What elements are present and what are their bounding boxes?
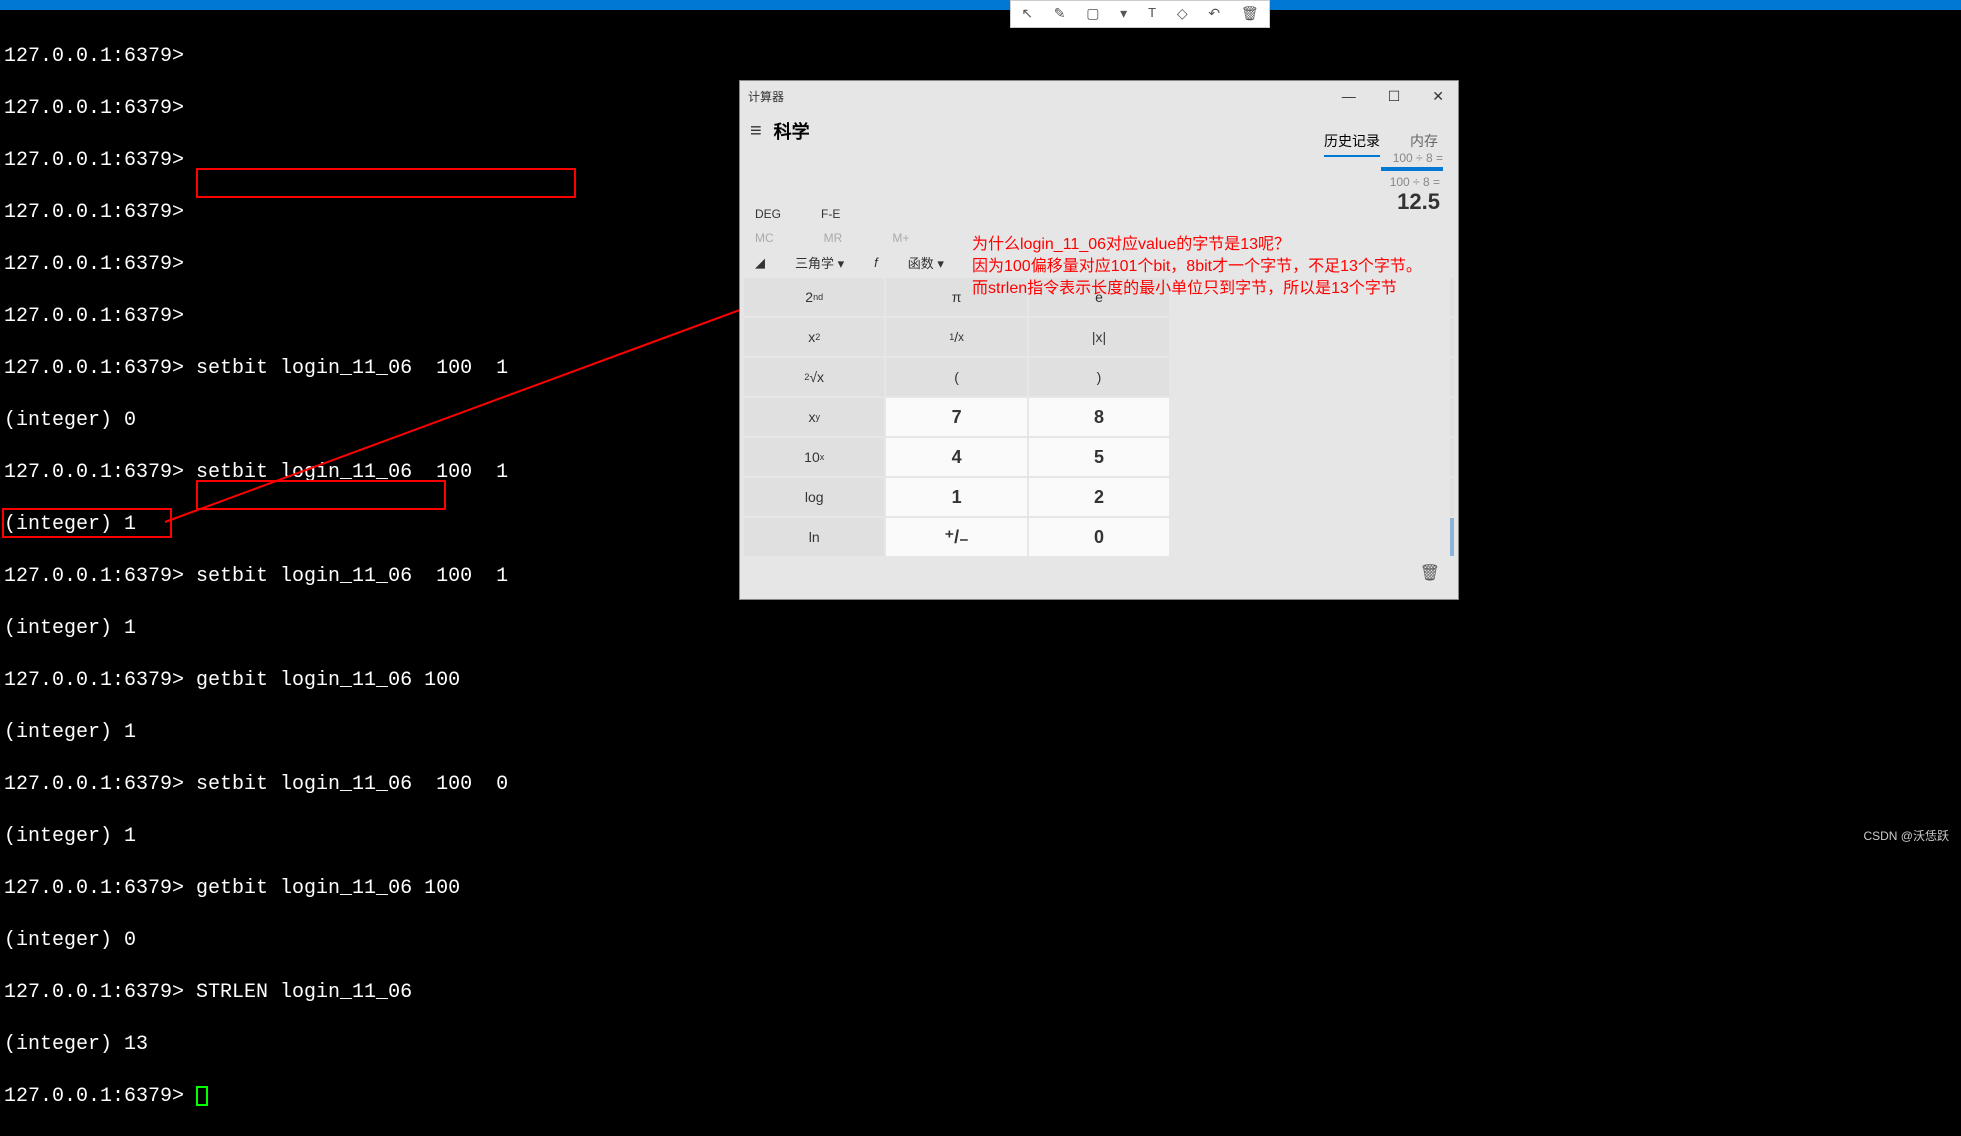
term-line: (integer) 1 (4, 720, 1957, 746)
close-icon[interactable]: ✕ (1426, 88, 1450, 105)
term-line: 127.0.0.1:6379> getbit login_11_06 100 (4, 876, 1957, 902)
fe-button[interactable]: F-E (821, 207, 840, 221)
eraser-tool-icon[interactable]: ◇ (1171, 4, 1194, 25)
key-2nd[interactable]: 2nd (744, 278, 884, 316)
terminal-cursor (196, 1086, 208, 1106)
key-7[interactable]: 7 (886, 398, 1026, 436)
annotation-line2: 因为100偏移量对应101个bit，8bit才一个字节，不足13个字节。 (972, 256, 1422, 278)
key-rparen[interactable]: ) (1029, 358, 1169, 396)
calc-titlebar[interactable]: 计算器 — ☐ ✕ (740, 81, 1458, 111)
function-dropdown[interactable]: 函数 ▾ (908, 253, 944, 272)
delete-tool-icon[interactable]: 🗑 (1235, 4, 1265, 25)
key-reciprocal[interactable]: 1/x (886, 318, 1026, 356)
key-sqrt[interactable]: 2√x (744, 358, 884, 396)
key-0[interactable]: 0 (1029, 518, 1169, 556)
hamburger-menu-icon[interactable]: ≡ (750, 120, 762, 143)
key-ln[interactable]: ln (744, 518, 884, 556)
dropdown-icon[interactable]: ▾ (1114, 4, 1133, 25)
key-10x[interactable]: 10x (744, 438, 884, 476)
key-8[interactable]: 8 (1029, 398, 1169, 436)
pen-tool-icon[interactable]: ✎ (1048, 4, 1072, 25)
annotation-text: 为什么login_11_06对应value的字节是13呢？ 因为100偏移量对应… (972, 234, 1422, 300)
calc-title: 计算器 (748, 88, 784, 105)
history-expression[interactable]: 100 ÷ 8 = (1170, 171, 1450, 189)
term-line: (integer) 1 (4, 616, 1957, 642)
key-lparen[interactable]: ( (886, 358, 1026, 396)
term-line: 127.0.0.1:6379> (4, 44, 1957, 70)
tab-memory[interactable]: 内存 (1410, 131, 1438, 157)
key-x2[interactable]: x2 (744, 318, 884, 356)
term-line: (integer) 13 (4, 1032, 1957, 1058)
term-line: 127.0.0.1:6379> STRLEN login_11_06 (4, 980, 1957, 1006)
tab-history[interactable]: 历史记录 (1324, 131, 1380, 157)
key-2[interactable]: 2 (1029, 478, 1169, 516)
deg-button[interactable]: DEG (755, 207, 781, 221)
angle-icon: ◢ (755, 255, 765, 271)
key-1[interactable]: 1 (886, 478, 1026, 516)
calculator-window[interactable]: 计算器 — ☐ ✕ ≡ 科学 历史记录 内存 100 ÷ 8 = 12.5 DE… (739, 80, 1459, 600)
term-line: 127.0.0.1:6379> setbit login_11_06 100 0 (4, 772, 1957, 798)
annotation-line3: 而strlen指令表示长度的最小单位只到字节，所以是13个字节 (972, 278, 1422, 300)
csdn-watermark: CSDN @沃恁跃 (1863, 827, 1949, 844)
trash-icon[interactable]: 🗑 (1420, 563, 1440, 583)
calc-mode-label: 科学 (774, 118, 810, 144)
screenshot-toolbar[interactable]: ↖ ✎ ▢ ▾ T ◇ ↶ 🗑 (1010, 0, 1270, 28)
minimize-icon[interactable]: — (1336, 88, 1362, 105)
window-titlebar (0, 0, 1961, 10)
mplus-button[interactable]: M+ (892, 231, 909, 245)
cursor-tool-icon[interactable]: ↖ (1015, 4, 1039, 25)
text-tool-icon[interactable]: T (1142, 4, 1162, 24)
trig-dropdown[interactable]: 三角学 ▾ (795, 253, 844, 272)
annotation-line1: 为什么login_11_06对应value的字节是13呢？ (972, 234, 1422, 256)
key-xy[interactable]: xy (744, 398, 884, 436)
rect-tool-icon[interactable]: ▢ (1080, 4, 1105, 25)
key-5[interactable]: 5 (1029, 438, 1169, 476)
term-line: 127.0.0.1:6379> getbit login_11_06 100 (4, 668, 1957, 694)
fn-icon: f (874, 255, 878, 270)
mr-button[interactable]: MR (824, 231, 843, 245)
key-abs[interactable]: |x| (1029, 318, 1169, 356)
term-line: (integer) 1 (4, 824, 1957, 850)
mc-button[interactable]: MC (755, 231, 774, 245)
key-log[interactable]: log (744, 478, 884, 516)
term-line: (integer) 0 (4, 928, 1957, 954)
undo-tool-icon[interactable]: ↶ (1202, 4, 1226, 25)
history-result[interactable]: 12.5 (1170, 189, 1450, 215)
term-line: 127.0.0.1:6379> (4, 1084, 1957, 1110)
key-negate[interactable]: ⁺/₋ (886, 518, 1026, 556)
maximize-icon[interactable]: ☐ (1382, 88, 1407, 105)
key-4[interactable]: 4 (886, 438, 1026, 476)
